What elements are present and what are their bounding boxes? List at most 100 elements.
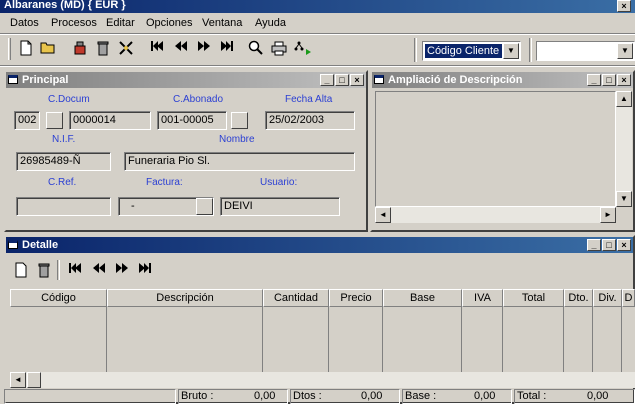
new-line-icon[interactable]	[13, 262, 29, 278]
scroll-down-icon[interactable]: ▼	[616, 191, 632, 207]
toolbar-grip	[8, 38, 11, 60]
window-title-bar: Albaranes (MD) { EUR } ×	[0, 0, 635, 13]
search-value-combo[interactable]: ▼	[536, 41, 635, 61]
minimize-button[interactable]: _	[587, 239, 601, 251]
menu-bar: Datos Procesos Editar Opciones Ventana A…	[0, 14, 635, 33]
detalle-grid-header: Código Descripción Cantidad Precio Base …	[10, 289, 635, 307]
vertical-scrollbar[interactable]: ▲ ▼	[616, 91, 632, 207]
cdocum-lookup-button[interactable]	[46, 112, 63, 129]
scroll-right-icon[interactable]: ►	[600, 207, 616, 223]
grid-horizontal-scrollbar[interactable]: ◄	[10, 372, 635, 388]
next-record-icon[interactable]	[196, 40, 212, 56]
factura-lookup-button[interactable]	[196, 198, 213, 215]
grid-column	[383, 307, 462, 373]
nif-field[interactable]: 26985489-Ñ	[16, 152, 111, 171]
search-field-combo-value: Código Cliente	[425, 44, 502, 58]
previous-line-icon[interactable]	[91, 262, 107, 278]
minimize-button[interactable]: _	[320, 74, 334, 86]
column-header-descripcion[interactable]: Descripción	[107, 289, 263, 307]
maximize-button[interactable]: □	[602, 74, 616, 86]
scroll-thumb[interactable]	[27, 372, 41, 388]
column-header-cantidad[interactable]: Cantidad	[263, 289, 329, 307]
column-header-codigo[interactable]: Código	[10, 289, 107, 307]
printer-icon[interactable]	[271, 40, 287, 56]
factura-label: Factura:	[146, 177, 183, 188]
print-stamp-icon[interactable]	[72, 40, 88, 56]
menu-procesos[interactable]: Procesos	[51, 17, 97, 29]
menu-opciones[interactable]: Opciones	[146, 17, 192, 29]
detalle-grid-body[interactable]	[10, 307, 635, 373]
cref-field[interactable]	[16, 197, 111, 216]
column-header-total[interactable]: Total	[503, 289, 564, 307]
scroll-up-icon[interactable]: ▲	[616, 91, 632, 107]
bruto-value: 0,00	[254, 390, 276, 402]
cdocum-serie-field[interactable]: 002	[14, 111, 40, 130]
menu-ventana[interactable]: Ventana	[202, 17, 242, 29]
cdocum-number-field[interactable]: 0000014	[69, 111, 151, 130]
base-label: Base :	[405, 390, 437, 402]
fecha-alta-field[interactable]: 25/02/2003	[265, 111, 355, 130]
new-document-icon[interactable]	[18, 40, 34, 56]
maximize-button[interactable]: □	[335, 74, 349, 86]
nombre-label: Nombre	[219, 134, 255, 145]
grid-column	[564, 307, 593, 373]
chevron-down-icon[interactable]: ▼	[617, 43, 633, 59]
window-icon	[374, 75, 384, 84]
main-toolbar: Código Cliente ▼ ▼	[0, 34, 635, 64]
column-header-base[interactable]: Base	[383, 289, 462, 307]
trash-icon[interactable]	[36, 262, 52, 278]
last-line-icon[interactable]	[137, 262, 153, 278]
column-header-div[interactable]: Div.	[593, 289, 622, 307]
principal-panel: Principal _ □ × C.Docum C.Abonado Fecha …	[4, 70, 368, 232]
close-button[interactable]: ×	[617, 74, 631, 86]
chevron-down-icon[interactable]: ▼	[503, 43, 519, 59]
column-header-d[interactable]: D	[622, 289, 635, 307]
detalle-title-bar: Detalle _ □ ×	[6, 237, 633, 253]
nombre-field[interactable]: Funeraria Pio Sl.	[124, 152, 355, 171]
column-header-precio[interactable]: Precio	[329, 289, 383, 307]
window-icon	[8, 240, 18, 249]
close-button[interactable]: ×	[617, 0, 631, 12]
cabonado-field[interactable]: 001-00005	[157, 111, 227, 130]
open-folder-icon[interactable]	[40, 40, 56, 56]
horizontal-scrollbar[interactable]: ◄ ►	[375, 207, 616, 223]
first-line-icon[interactable]	[67, 262, 83, 278]
search-icon[interactable]	[248, 40, 264, 56]
grid-column	[10, 307, 107, 373]
next-line-icon[interactable]	[114, 262, 130, 278]
grid-column	[462, 307, 503, 373]
close-button[interactable]: ×	[617, 239, 631, 251]
description-textarea[interactable]	[375, 91, 616, 207]
maximize-button[interactable]: □	[602, 239, 616, 251]
tools-icon[interactable]	[118, 40, 134, 56]
scroll-left-icon[interactable]: ◄	[375, 207, 391, 223]
search-field-combo[interactable]: Código Cliente ▼	[422, 41, 521, 61]
nif-label: N.I.F.	[52, 134, 76, 145]
column-header-dto[interactable]: Dto.	[564, 289, 593, 307]
menu-ayuda[interactable]: Ayuda	[255, 17, 286, 29]
previous-record-icon[interactable]	[173, 40, 189, 56]
scroll-left-icon[interactable]: ◄	[10, 372, 26, 388]
column-header-iva[interactable]: IVA	[462, 289, 503, 307]
menu-datos[interactable]: Datos	[10, 17, 39, 29]
toolbar-divider-2	[529, 38, 532, 62]
cabonado-lookup-button[interactable]	[231, 112, 248, 129]
grid-column	[329, 307, 383, 373]
grid-column	[263, 307, 329, 373]
tree-arrow-icon[interactable]	[294, 40, 311, 56]
close-button[interactable]: ×	[350, 74, 364, 86]
detalle-title: Detalle	[22, 239, 59, 251]
window-icon	[8, 75, 18, 84]
minimize-button[interactable]: _	[587, 74, 601, 86]
status-empty-box	[4, 389, 176, 404]
base-value: 0,00	[474, 390, 496, 402]
last-record-icon[interactable]	[219, 40, 235, 56]
window-title: Albaranes (MD) { EUR }	[4, 0, 126, 11]
trash-icon[interactable]	[95, 40, 111, 56]
toolbar-separator	[0, 65, 635, 67]
usuario-field[interactable]: DEIVI	[220, 197, 340, 216]
menu-editar[interactable]: Editar	[106, 17, 135, 29]
fecha-alta-label: Fecha Alta	[285, 94, 333, 105]
detalle-toolbar-divider	[57, 260, 60, 280]
first-record-icon[interactable]	[149, 40, 165, 56]
